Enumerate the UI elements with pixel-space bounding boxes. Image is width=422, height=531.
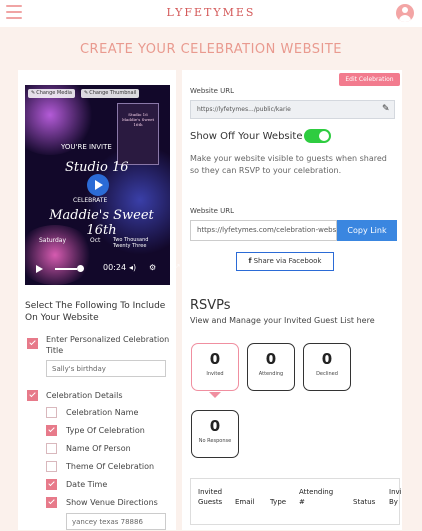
stat-declined[interactable]: 0 Declined (303, 343, 351, 391)
date-time-label: Date Time (66, 480, 108, 489)
top-bar: LYFETYMES (0, 0, 422, 27)
volume-icon[interactable]: ◂) (129, 263, 136, 272)
play-small-icon[interactable] (36, 265, 43, 273)
personalized-title-checkbox[interactable] (27, 338, 38, 349)
theme-label: Theme Of Celebration (66, 462, 155, 471)
rsvp-subtitle: View and Manage your Invited Guest List … (190, 316, 375, 325)
studio-text: Studio 16 (65, 160, 129, 175)
toggle-knob (319, 131, 329, 141)
copy-link-button[interactable]: Copy Link (337, 220, 397, 241)
change-thumbnail-button[interactable]: ✎Change Thumbnail (81, 89, 140, 98)
name-of-person-label: Name Of Person (66, 444, 131, 453)
settings-icon[interactable]: ⚙ (149, 263, 156, 272)
month-text: Oct (90, 237, 101, 244)
user-avatar-icon[interactable] (396, 4, 414, 22)
type-of-celebration-label: Type Of Celebration (66, 426, 145, 435)
date-time-checkbox[interactable] (46, 479, 57, 490)
year-text: Two Thousand Twenty Three (113, 237, 149, 249)
facebook-icon: f (248, 257, 252, 265)
celebration-details-label: Celebration Details (46, 391, 123, 400)
stat-count: 0 (265, 350, 277, 368)
youre-invite-text: YOU'RE INVITE (61, 143, 112, 151)
stat-count: 0 (209, 417, 221, 435)
venue-directions-checkbox[interactable] (46, 497, 57, 508)
stat-count: 0 (209, 350, 221, 368)
table-header: Invited By (389, 488, 401, 506)
personalized-title-label: Enter Personalized Celebration Title (46, 335, 170, 355)
guest-table: Invited Guests Email Type Attending # St… (190, 478, 401, 525)
day-text: Saturday (39, 237, 67, 244)
stat-label: Invited (206, 371, 224, 377)
show-off-description: Make your website visible to guests when… (190, 154, 387, 175)
rsvp-title: RSVPs (190, 298, 231, 313)
thumbnail-text: Studio 16 Maddie's Sweet 16th (121, 112, 155, 127)
celebration-name-label: Celebration Name (66, 408, 139, 417)
stat-count: 0 (321, 350, 333, 368)
logo[interactable]: LYFETYMES (0, 6, 422, 19)
progress-handle[interactable] (77, 265, 84, 272)
celebrate-text: CELEBRATE (73, 197, 108, 204)
maddie-text: Maddie's Sweet 16th (49, 208, 154, 238)
stat-invited[interactable]: 0 Invited (191, 343, 239, 391)
stat-attending[interactable]: 0 Attending (247, 343, 295, 391)
thumbnail-preview: Studio 16 Maddie's Sweet 16th (117, 103, 159, 165)
website-url-label-2: Website URL (190, 207, 235, 215)
show-off-label: Show Off Your Website (190, 131, 303, 142)
personalized-title-input[interactable]: Sally's birthday (46, 360, 166, 377)
venue-directions-label: Show Venue Directions (66, 498, 158, 507)
website-url-field[interactable]: https://lyfetymes.../public/karie (190, 100, 395, 119)
change-media-button[interactable]: ✎Change Media (28, 89, 75, 98)
pencil-icon: ✎ (84, 90, 89, 96)
type-of-celebration-checkbox[interactable] (46, 425, 57, 436)
stat-label: Attending (258, 371, 284, 377)
progress-bar[interactable] (55, 268, 77, 270)
pencil-icon: ✎ (31, 90, 36, 96)
stat-no-response[interactable]: 0 No Response (191, 410, 239, 458)
fullscreen-icon[interactable]: ⤢ (173, 263, 179, 273)
include-heading: Select The Following To Include On Your … (25, 301, 166, 323)
video-controls: 00:24 ◂) ⚙ ⤢ (25, 262, 179, 276)
play-icon[interactable] (87, 174, 109, 196)
theme-checkbox[interactable] (46, 461, 57, 472)
name-of-person-checkbox[interactable] (46, 443, 57, 454)
copy-url-field[interactable]: https://lyfetymes.com/celebration-websit… (190, 220, 337, 241)
show-off-toggle[interactable] (304, 129, 331, 143)
share-facebook-button[interactable]: f Share via Facebook (236, 252, 334, 271)
table-header: Email (235, 498, 255, 506)
stat-label: Declined (316, 371, 338, 377)
active-stat-pointer (209, 392, 221, 398)
edit-celebration-button[interactable]: Edit Celebration (339, 73, 400, 86)
page-title: CREATE YOUR CELEBRATION WEBSITE (79, 42, 343, 57)
table-header: Invited Guests (198, 488, 223, 506)
video-time: 00:24 (103, 263, 127, 272)
table-header: Type (270, 498, 287, 506)
pencil-icon[interactable]: ✎ (382, 104, 390, 114)
table-header: Attending # (299, 488, 334, 506)
website-url-label: Website URL (190, 87, 235, 95)
stat-label: No Response (198, 438, 232, 444)
celebration-details-checkbox[interactable] (27, 390, 38, 401)
celebration-name-checkbox[interactable] (46, 407, 57, 418)
venue-input[interactable]: yancey texas 78886 (66, 513, 166, 530)
table-header: Status (353, 498, 376, 506)
